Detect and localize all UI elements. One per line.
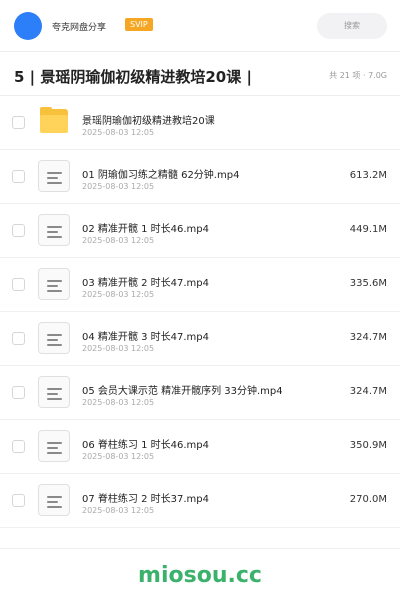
file-size: 324.7M bbox=[349, 386, 387, 397]
file-row[interactable]: 05 会员大课示范 精准开髋序列 33分钟.mp4 2025-08-03 12:0… bbox=[0, 366, 400, 420]
row-checkbox[interactable] bbox=[12, 386, 25, 399]
file-size: 335.6M bbox=[349, 278, 387, 289]
row-checkbox[interactable] bbox=[12, 224, 25, 237]
svip-badge: SVIP bbox=[125, 18, 153, 31]
file-date: 2025-08-03 12:05 bbox=[82, 236, 155, 245]
avatar[interactable] bbox=[14, 12, 42, 40]
file-row[interactable]: 07 脊柱练习 2 时长37.mp4 2025-08-03 12:05 270.0M bbox=[0, 474, 400, 528]
file-size: 350.9M bbox=[349, 440, 387, 451]
row-checkbox[interactable] bbox=[12, 332, 25, 345]
video-file-icon bbox=[38, 322, 70, 354]
file-name[interactable]: 01 阴瑜伽习练之精髓 62分钟.mp4 bbox=[82, 166, 239, 181]
file-row[interactable]: 景瑶阴瑜伽初级精进教培20课 2025-08-03 12:05 bbox=[0, 96, 400, 150]
brand-name: 夸克网盘分享 bbox=[52, 23, 107, 33]
row-checkbox[interactable] bbox=[12, 278, 25, 291]
file-date: 2025-08-03 12:05 bbox=[82, 506, 155, 515]
file-date: 2025-08-03 12:05 bbox=[82, 398, 155, 407]
folder-title-bar: 5 | 景瑶阴瑜伽初级精进教培20课 | 共 21 项 · 7.0G bbox=[0, 58, 400, 96]
folder-meta: 共 21 项 · 7.0G bbox=[329, 71, 387, 80]
file-row[interactable]: 01 阴瑜伽习练之精髓 62分钟.mp4 2025-08-03 12:05 613.… bbox=[0, 150, 400, 204]
video-file-icon bbox=[38, 268, 70, 300]
video-file-icon bbox=[38, 160, 70, 192]
file-date: 2025-08-03 12:05 bbox=[82, 290, 155, 299]
folder-icon bbox=[38, 106, 70, 138]
row-checkbox[interactable] bbox=[12, 116, 25, 129]
file-date: 2025-08-03 12:05 bbox=[82, 182, 155, 191]
file-row[interactable]: 02 精准开髋 1 时长46.mp4 2025-08-03 12:05 449.1M bbox=[0, 204, 400, 258]
footer: miosou.cc bbox=[0, 548, 400, 600]
watermark: miosou.cc bbox=[138, 563, 262, 588]
video-file-icon bbox=[38, 484, 70, 516]
file-size: 270.0M bbox=[349, 494, 387, 505]
file-row[interactable]: 04 精准开髋 3 时长47.mp4 2025-08-03 12:05 324.7M bbox=[0, 312, 400, 366]
file-date: 2025-08-03 12:05 bbox=[82, 452, 155, 461]
file-date: 2025-08-03 12:05 bbox=[82, 128, 155, 137]
file-name[interactable]: 景瑶阴瑜伽初级精进教培20课 bbox=[82, 112, 215, 127]
video-file-icon bbox=[38, 430, 70, 462]
file-list: 景瑶阴瑜伽初级精进教培20课 2025-08-03 12:05 01 阴瑜伽习练之精… bbox=[0, 96, 400, 528]
video-file-icon bbox=[38, 214, 70, 246]
file-name[interactable]: 04 精准开髋 3 时长47.mp4 bbox=[82, 328, 209, 343]
row-checkbox[interactable] bbox=[12, 170, 25, 183]
app-header: 夸克网盘分享 SVIP 搜索 bbox=[0, 0, 400, 52]
file-size: 324.7M bbox=[349, 332, 387, 343]
file-size: 613.2M bbox=[349, 170, 387, 181]
file-date: 2025-08-03 12:05 bbox=[82, 344, 155, 353]
file-name[interactable]: 03 精准开髋 2 时长47.mp4 bbox=[82, 274, 209, 289]
search-button[interactable]: 搜索 bbox=[317, 13, 387, 39]
row-checkbox[interactable] bbox=[12, 494, 25, 507]
file-name[interactable]: 07 脊柱练习 2 时长37.mp4 bbox=[82, 490, 209, 505]
file-row[interactable]: 03 精准开髋 2 时长47.mp4 2025-08-03 12:05 335.6M bbox=[0, 258, 400, 312]
file-size: 449.1M bbox=[349, 224, 387, 235]
file-name[interactable]: 02 精准开髋 1 时长46.mp4 bbox=[82, 220, 209, 235]
file-row[interactable]: 06 脊柱练习 1 时长46.mp4 2025-08-03 12:05 350.9M bbox=[0, 420, 400, 474]
file-name[interactable]: 06 脊柱练习 1 时长46.mp4 bbox=[82, 436, 209, 451]
row-checkbox[interactable] bbox=[12, 440, 25, 453]
file-name[interactable]: 05 会员大课示范 精准开髋序列 33分钟.mp4 bbox=[82, 382, 283, 397]
video-file-icon bbox=[38, 376, 70, 408]
page-title: 5 | 景瑶阴瑜伽初级精进教培20课 | bbox=[14, 68, 252, 86]
